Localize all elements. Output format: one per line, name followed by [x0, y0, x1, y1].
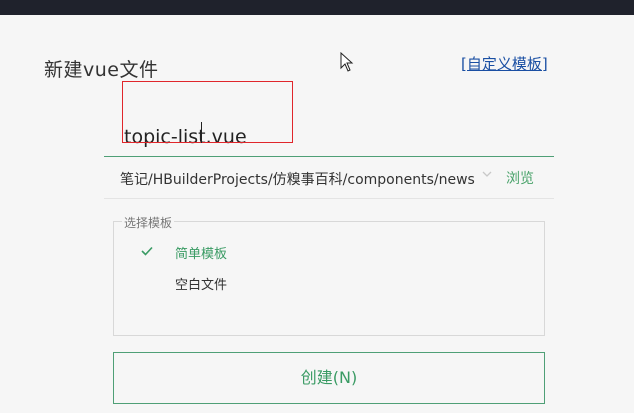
filename-highlight-box — [122, 81, 293, 143]
mouse-cursor-icon — [340, 52, 354, 72]
template-item-blank[interactable]: 空白文件 — [140, 273, 340, 295]
location-path-row: 笔记/HBuilderProjects/仿糗事百科/components/new… — [104, 159, 554, 199]
text-caret — [201, 122, 202, 143]
window-top-bar — [0, 0, 634, 15]
custom-template-link[interactable]: [自定义模板] — [461, 53, 548, 74]
check-icon — [141, 246, 153, 256]
template-item-label: 简单模板 — [175, 247, 228, 262]
chevron-down-icon[interactable] — [481, 168, 493, 180]
template-item-label: 空白文件 — [175, 278, 228, 293]
create-button[interactable]: 创建(N) — [113, 352, 545, 404]
browse-button[interactable]: 浏览 — [506, 168, 534, 188]
dialog-title: 新建vue文件 — [44, 59, 159, 81]
template-group-legend: 选择模板 — [122, 214, 175, 231]
location-path[interactable]: 笔记/HBuilderProjects/仿糗事百科/components/new… — [120, 169, 475, 189]
template-item-simple[interactable]: 简单模板 — [140, 242, 340, 264]
